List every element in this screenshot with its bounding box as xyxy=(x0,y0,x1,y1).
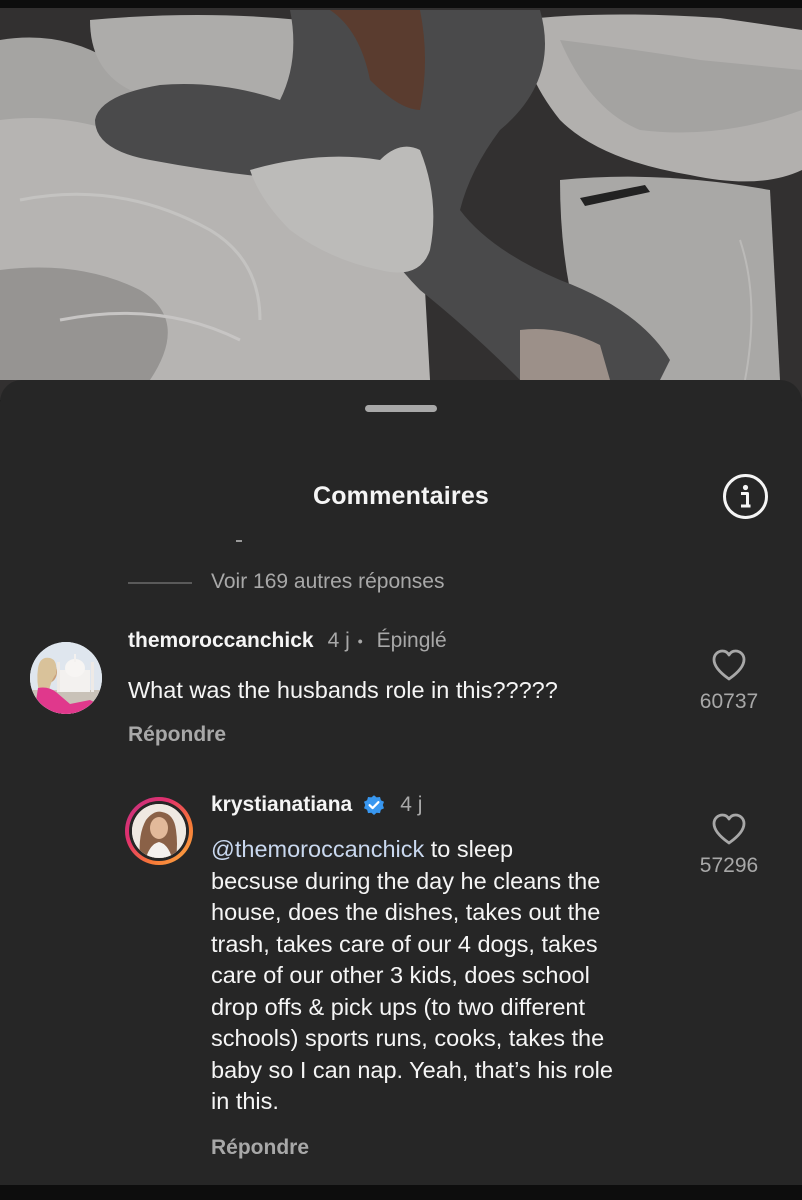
reply-button[interactable]: Répondre xyxy=(128,723,226,747)
reply-button[interactable]: Répondre xyxy=(211,1136,309,1160)
like-count: 60737 xyxy=(699,690,759,713)
story-ring[interactable] xyxy=(125,797,193,865)
avatar-frame xyxy=(129,801,189,861)
avatar[interactable] xyxy=(30,642,102,714)
sheet-title: Commentaires xyxy=(312,482,490,510)
comment-text: What was the husbands role in this????? xyxy=(128,677,558,703)
heart-outline-icon[interactable] xyxy=(711,648,747,682)
reply-username[interactable]: krystianatiana xyxy=(211,793,352,817)
mention-link[interactable]: @themoroccanchick xyxy=(211,836,424,862)
reply-text: @themoroccanchick to sleep becsuse durin… xyxy=(211,834,691,1118)
post-photo xyxy=(0,0,802,400)
reply-text-line: baby so I can nap. Yeah, that’s his role xyxy=(211,1056,613,1083)
comment-meta: themoroccanchick 4 j • Épinglé xyxy=(128,629,447,653)
reply-text-line: schools) sports runs, cooks, takes the xyxy=(211,1025,605,1051)
meta-separator: • xyxy=(357,633,363,649)
comment-time: 4 j xyxy=(327,629,350,652)
drag-handle[interactable] xyxy=(365,405,437,412)
reply-text-line: @themoroccanchick to sleep xyxy=(211,836,514,862)
divider-mark xyxy=(236,540,242,542)
reply-time: 4 j xyxy=(400,793,423,816)
replies-line xyxy=(128,582,192,584)
pinned-label: Épinglé xyxy=(376,629,447,652)
reply-text-line: house, does the dishes, takes out the xyxy=(211,899,601,925)
reply-text-line: becsuse during the day he cleans the xyxy=(211,867,601,894)
info-icon[interactable] xyxy=(722,473,769,520)
verified-badge-icon xyxy=(362,793,386,817)
like-count: 57296 xyxy=(699,854,759,877)
comment-username[interactable]: themoroccanchick xyxy=(128,629,314,653)
heart-outline-icon[interactable] xyxy=(711,812,747,846)
reply-text-line: trash, takes care of our 4 dogs, takes xyxy=(211,930,598,957)
reply-text-line: drop offs & pick ups (to two different xyxy=(211,993,586,1020)
reply-text-line: in this. xyxy=(211,1088,279,1114)
bottom-bar xyxy=(0,1185,802,1200)
avatar xyxy=(132,804,186,858)
comments-sheet: Commentaires Voir 169 autres réponses th xyxy=(0,380,802,1185)
reply-meta: krystianatiana 4 j xyxy=(211,793,422,817)
view-more-replies-button[interactable]: Voir 169 autres réponses xyxy=(211,570,444,594)
reply-text-line: care of our other 3 kids, does school xyxy=(211,962,590,988)
